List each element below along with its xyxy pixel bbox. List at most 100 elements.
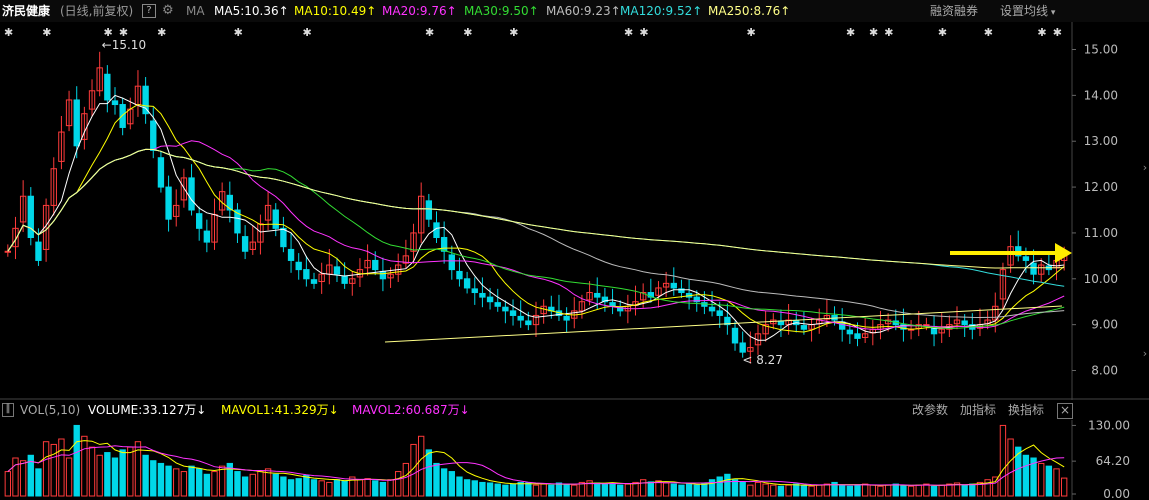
side-expand-icon[interactable]: › — [1141, 160, 1149, 176]
trend-line — [384, 305, 1063, 343]
event-marker: ✱ — [1053, 26, 1062, 39]
candle-down — [440, 237, 448, 252]
switch-indicator-button[interactable]: 换指标 — [1008, 400, 1044, 420]
volume-bar — [777, 485, 785, 497]
volume-bar — [816, 484, 823, 497]
event-marker: ✱ — [425, 26, 434, 39]
volume-bar — [35, 468, 42, 497]
volume-bar — [869, 484, 876, 497]
volume-bar — [624, 483, 632, 497]
candle-down — [1022, 256, 1030, 261]
ma60-line — [7, 148, 1065, 319]
volume-bar — [525, 482, 532, 497]
volume-bar — [42, 441, 50, 497]
event-marker: ✱ — [104, 26, 113, 39]
candle-down — [372, 259, 379, 271]
volume-bar — [127, 446, 134, 497]
volume-bar — [961, 484, 968, 497]
volume-bar — [1053, 468, 1060, 497]
event-marker: ✱ — [639, 26, 648, 39]
candle-down — [241, 236, 249, 252]
arrow-down-icon: ↓ — [328, 403, 339, 417]
candle-down — [111, 100, 119, 106]
volume-bar — [241, 476, 249, 497]
candle-down — [517, 315, 524, 321]
volume-bar — [800, 484, 808, 497]
candle-down — [341, 275, 348, 284]
volume-bar — [96, 454, 103, 497]
event-marker: ✱ — [509, 26, 518, 39]
volume-bar — [272, 473, 279, 497]
volume-bar — [502, 484, 509, 497]
candle-down — [157, 157, 165, 188]
volume-bar — [88, 446, 96, 497]
change-params-button[interactable]: 改参数 — [912, 400, 948, 420]
volume-bar — [425, 449, 433, 497]
candle-down — [716, 310, 723, 316]
price-chart[interactable]: 15.00 14.00 13.00 12.00 11.00 10.00 9.00 8.00 13… — [0, 0, 1149, 500]
volume-bar — [318, 480, 325, 497]
mavol1-value: MAVOL1:41.329万↓ — [221, 403, 339, 417]
event-marker: ✱ — [1037, 26, 1046, 39]
volume-bar — [992, 476, 999, 497]
ma30-line — [7, 148, 1065, 330]
candle-down — [287, 248, 295, 261]
volume-bar — [287, 479, 295, 497]
y-tick-label: 12.00 — [1084, 180, 1118, 194]
volume-bar — [670, 483, 677, 497]
add-indicator-button[interactable]: 加指标 — [960, 400, 996, 420]
vol-tick-label: 64.20 — [1096, 454, 1130, 468]
event-marker: ✱ — [42, 26, 51, 39]
volume-bar — [257, 471, 264, 497]
candle-down — [479, 292, 486, 298]
volume-bar — [218, 465, 226, 497]
volume-bar — [119, 449, 126, 497]
volume-bar — [785, 484, 792, 497]
candle-down — [104, 73, 111, 101]
event-marker: ✱ — [869, 26, 878, 39]
volume-bar — [946, 483, 953, 497]
volume-bar — [73, 424, 80, 497]
candle-down — [739, 342, 746, 353]
event-marker: ✱ — [884, 26, 893, 39]
volume-header: ‖ VOL(5,10) VOLUME:33.127万↓ MAVOL1:41.32… — [0, 400, 1149, 420]
volume-bar — [969, 483, 976, 497]
volume-bar — [861, 483, 869, 497]
candle-down — [563, 315, 570, 321]
mavol2-value: MAVOL2:60.687万↓ — [352, 403, 470, 417]
volume-bar — [379, 481, 387, 497]
candle-down — [27, 195, 34, 239]
close-icon[interactable]: × — [1057, 403, 1073, 419]
volume-bar — [433, 462, 440, 497]
candle-down — [486, 296, 494, 303]
candle-down — [73, 99, 80, 147]
volume-bar — [341, 480, 348, 497]
volume-bar — [923, 483, 930, 497]
arrow-down-icon: ↓ — [196, 403, 207, 417]
event-marker: ✱ — [747, 26, 756, 39]
volume-bar — [884, 484, 892, 497]
candle-down — [961, 320, 968, 326]
high-price-annotation: ←15.10 — [102, 38, 146, 52]
side-expand-icon[interactable]: › — [1141, 346, 1149, 362]
volume-bar — [211, 471, 218, 497]
volume-bar — [486, 482, 494, 497]
volume-bar — [173, 468, 180, 497]
collapse-icon[interactable]: ‖ — [2, 403, 14, 417]
candle-down — [272, 209, 279, 229]
volume-bar — [303, 474, 310, 497]
vol-label[interactable]: VOL(5,10) — [20, 400, 80, 420]
y-tick-label: 11.00 — [1084, 226, 1118, 240]
volume-bar — [509, 483, 517, 497]
volume-bar — [747, 484, 754, 497]
volume-bar — [418, 435, 425, 497]
volume-bar — [854, 484, 861, 497]
volume-bar — [104, 452, 111, 497]
volume-bar — [632, 481, 639, 497]
volume-bar — [356, 479, 364, 497]
candle-down — [1030, 262, 1037, 275]
volume-bar — [639, 479, 647, 497]
volume-bar — [1022, 454, 1030, 497]
volume-bar — [762, 483, 769, 497]
volume-bar — [1045, 465, 1053, 497]
